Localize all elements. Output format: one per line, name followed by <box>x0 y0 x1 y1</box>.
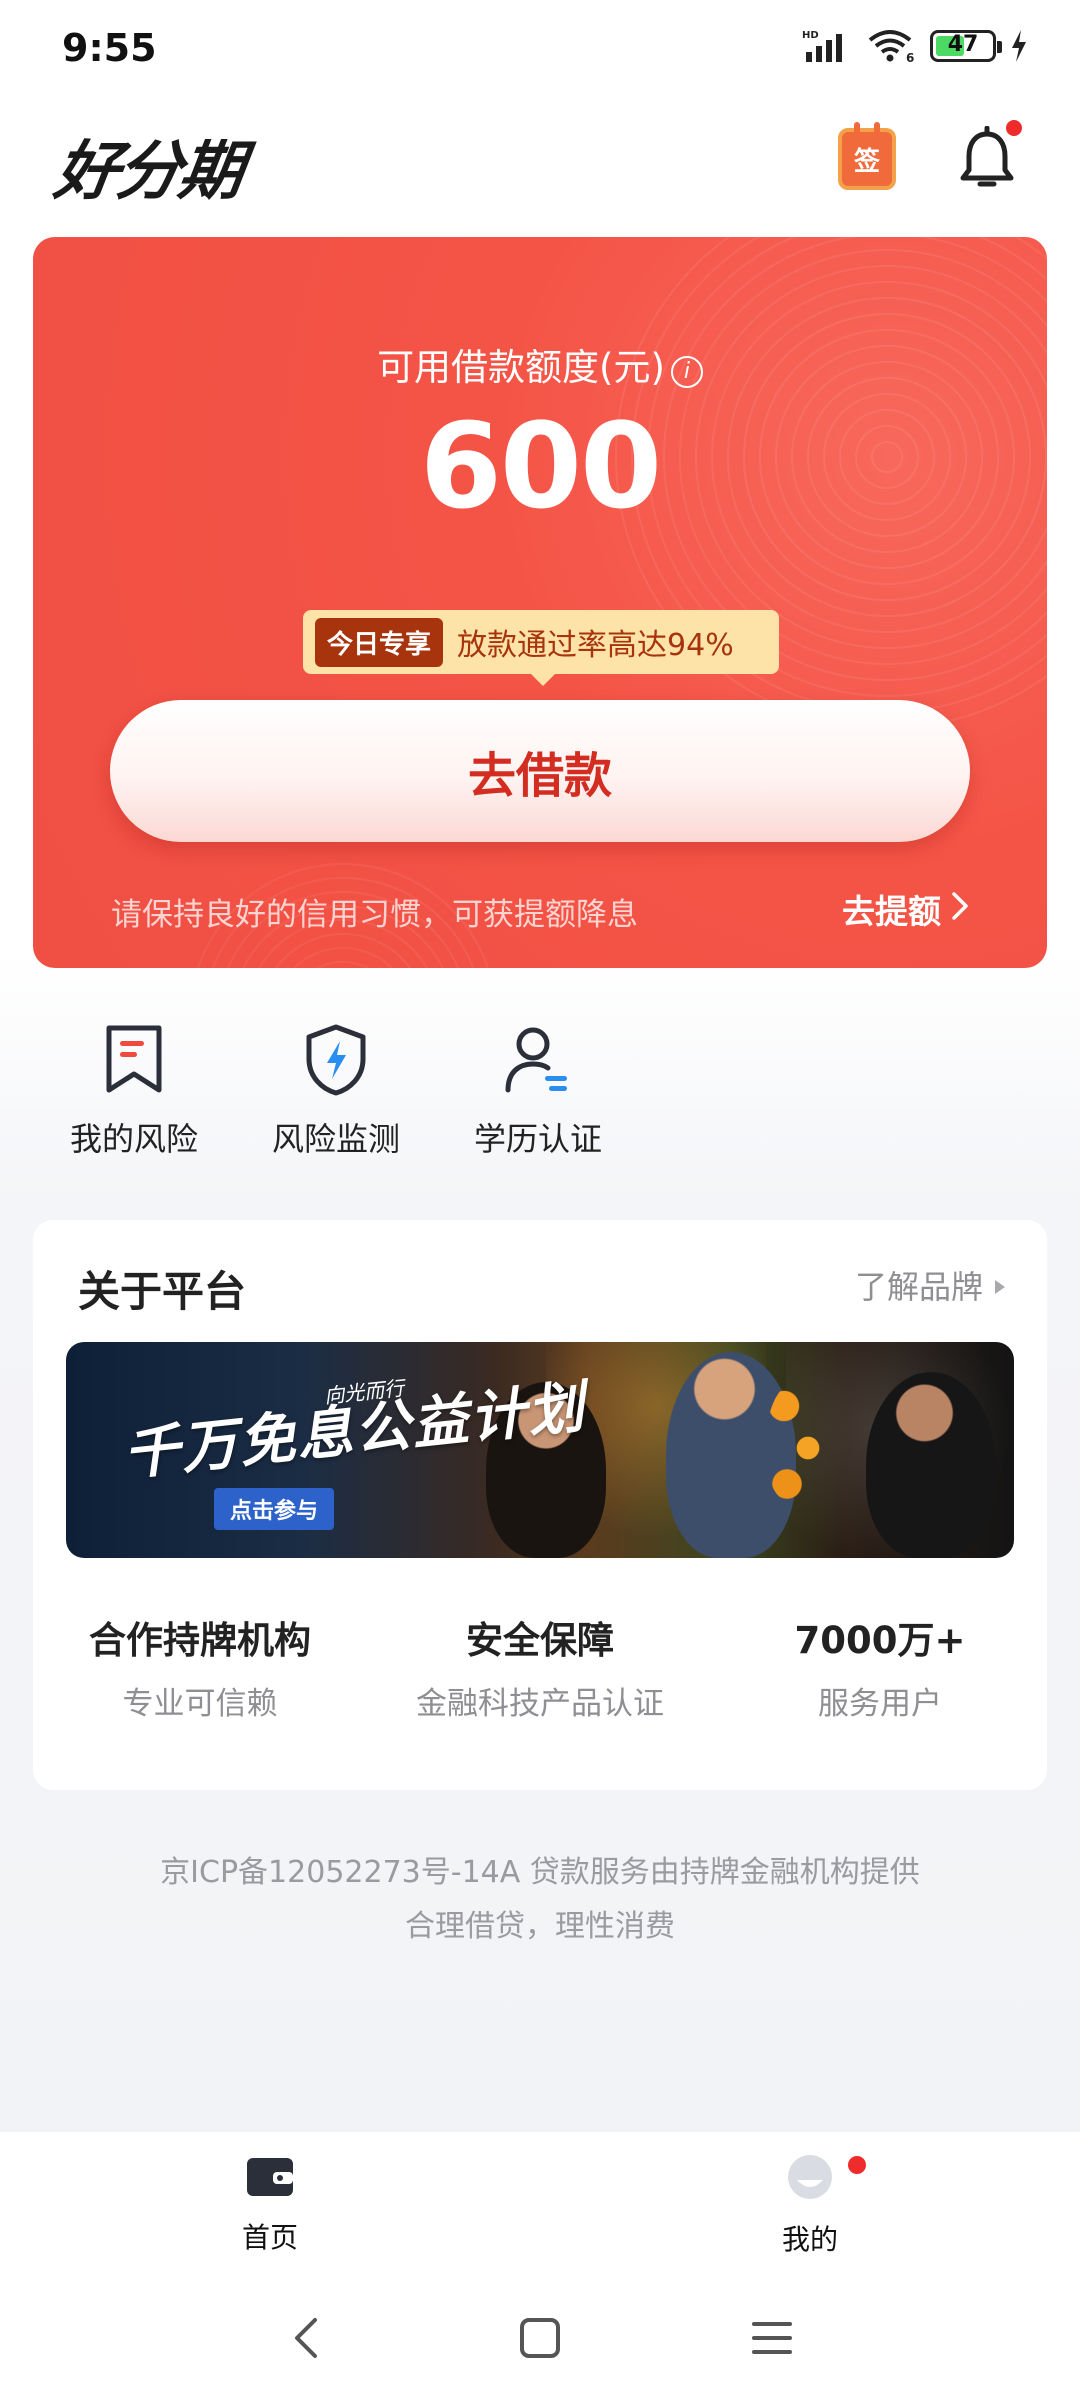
credit-tip: 请保持良好的信用习惯，可获提额降息 <box>111 897 638 933</box>
stat-security: 安全保障 金融科技产品认证 <box>416 1619 664 1722</box>
system-navigation-bar <box>0 2272 1080 2400</box>
credit-limit-amount: 600 <box>419 397 662 535</box>
tab-home[interactable]: 首页 <box>200 2154 340 2256</box>
platform-stats: 合作持牌机构 专业可信赖 安全保障 金融科技产品认证 7000万+ 服务用户 <box>33 1610 1047 1750</box>
notification-bell-icon[interactable] <box>956 125 1018 192</box>
chevron-right-icon <box>951 890 969 929</box>
quick-action-my-risk[interactable]: 我的风险 <box>54 1020 214 1160</box>
banner-person-3 <box>866 1372 996 1558</box>
charity-banner[interactable]: 千万免息公益计划 向光而行 点击参与 <box>66 1342 1014 1558</box>
quick-action-education[interactable]: 学历认证 <box>458 1020 618 1160</box>
battery-icon: 47 <box>930 30 1002 62</box>
stat-users: 7000万+ 服务用户 <box>794 1619 966 1722</box>
status-icons: HD 6 47 <box>802 28 1028 64</box>
icp-notice: 京ICP备12052273号-14A 贷款服务由持牌金融机构提供 <box>160 1855 920 1890</box>
promo-tag: 今日专享 <box>315 617 444 667</box>
borrowing-advice: 合理借贷，理性消费 <box>405 1909 675 1944</box>
promo-text: 放款通过率高达94% <box>457 628 734 663</box>
credit-limit-label: 可用借款额度(元) i <box>33 337 1047 391</box>
credit-limit-card: 可用借款额度(元) i 600 今日专享 放款通过率高达94% 去借款 请保持良好… <box>33 237 1047 968</box>
bookmark-risk-icon <box>94 1020 174 1100</box>
promo-bubble: 今日专享 放款通过率高达94% <box>303 610 779 686</box>
app-screen: 9:55 HD 6 47 好分期 签 可用借款额度(元) i 600 今日专享 … <box>0 0 1080 2400</box>
quick-actions: 我的风险 风险监测 学历认证 <box>0 1020 1080 1190</box>
banner-join-button[interactable]: 点击参与 <box>214 1488 335 1530</box>
app-header: 好分期 签 <box>0 110 1080 210</box>
wifi-icon: 6 <box>868 28 916 64</box>
about-title: 关于平台 <box>78 1267 247 1316</box>
home-icon[interactable] <box>510 2308 570 2368</box>
menu-icon[interactable] <box>742 2308 802 2368</box>
app-logo: 好分期 <box>49 135 247 209</box>
shield-lightning-icon <box>296 1020 376 1100</box>
info-icon[interactable]: i <box>670 356 703 388</box>
banner-oranges <box>766 1382 826 1502</box>
learn-brand-link[interactable]: 了解品牌 <box>855 1262 1005 1308</box>
raise-limit-link[interactable]: 去提额 <box>842 885 969 933</box>
svg-text:6: 6 <box>906 51 914 64</box>
borrow-button[interactable]: 去借款 <box>110 700 970 842</box>
signal-icon: HD <box>802 28 854 64</box>
quick-action-risk-monitor[interactable]: 风险监测 <box>256 1020 416 1160</box>
profile-badge-dot <box>848 2156 866 2174</box>
battery-level: 47 <box>947 32 979 57</box>
status-bar: 9:55 HD 6 47 <box>0 0 1080 96</box>
svg-text:HD: HD <box>802 30 819 41</box>
about-platform-card: 关于平台 了解品牌 千万免息公益计划 向光而行 点击参与 合作持牌机构 专业可信… <box>33 1220 1047 1790</box>
check-in-calendar-icon[interactable]: 签 <box>838 122 896 190</box>
charging-icon <box>1010 30 1028 62</box>
wallet-icon <box>200 2154 340 2202</box>
notification-dot <box>1006 120 1022 136</box>
stat-licensed-institutions: 合作持牌机构 专业可信赖 <box>89 1619 311 1722</box>
bottom-tab-bar: 首页 我的 <box>0 2132 1080 2272</box>
legal-footer: 京ICP备12052273号-14A 贷款服务由持牌金融机构提供 合理借贷，理性… <box>0 1846 1080 1954</box>
status-time: 9:55 <box>62 26 157 70</box>
back-icon[interactable] <box>276 2308 336 2368</box>
user-certify-icon <box>498 1020 578 1100</box>
